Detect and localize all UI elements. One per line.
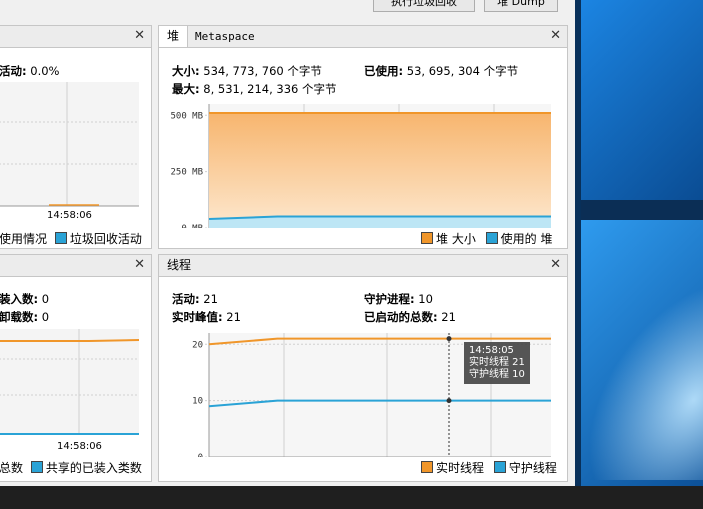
classes-time-tick: 14:58:06 <box>57 441 102 452</box>
threads-legend: 实时线程 守护线程 <box>421 459 557 476</box>
close-icon[interactable]: ✕ <box>550 28 561 43</box>
legend-swatch <box>493 461 506 473</box>
close-icon[interactable]: ✕ <box>134 257 145 272</box>
cursor-point <box>446 398 452 404</box>
tab-heap[interactable]: 堆 <box>159 26 189 47</box>
legend-swatch <box>485 232 498 244</box>
close-icon[interactable]: ✕ <box>134 28 145 43</box>
heap-max-value: 8, 531, 214, 336 个字节 <box>203 82 337 96</box>
threads-panel: 线程 ✕ 活动: 21 守护进程: 10 实时峰值: 21 已启动的总数: 21… <box>158 254 568 482</box>
heap-panel: 堆 Metaspace ✕ 大小: 534, 773, 760 个字节 已使用:… <box>158 25 568 249</box>
legend-total: 总数 <box>0 461 24 475</box>
legend-heap-used: 使用的 堆 <box>500 232 553 246</box>
classes-legend: 总数 共享的已装入类数 <box>0 459 142 476</box>
threads-daemon-value: 10 <box>418 292 433 306</box>
threads-started-value: 21 <box>441 310 456 324</box>
heap-max-label: 最大: <box>172 82 200 96</box>
heap-dump-button[interactable]: 堆 Dump <box>484 0 558 12</box>
cpu-panel: ✕ 活动: 0.0% 14:58:06 使用情况 垃圾回收活动 <box>0 25 152 249</box>
gc-button[interactable]: 执行垃圾回收 <box>373 0 475 12</box>
threads-live-value: 21 <box>203 292 218 306</box>
y-tick-label: 250 MB <box>170 168 203 178</box>
heap-size-value: 534, 773, 760 个字节 <box>203 64 322 78</box>
heap-size-label: 大小: <box>172 64 200 78</box>
cpu-activity-label: 活动: <box>0 64 27 78</box>
heap-legend: 堆 大小 使用的 堆 <box>421 230 552 247</box>
tooltip-time: 14:58:05 <box>469 345 514 356</box>
classes-loaded-label: 装入数: <box>0 292 39 306</box>
classes-loaded-value: 0 <box>41 292 50 306</box>
threads-live-label: 活动: <box>172 292 200 306</box>
classes-unloaded-value: 0 <box>41 310 50 324</box>
heap-used-value: 53, 695, 304 个字节 <box>406 64 519 78</box>
threads-peak-value: 21 <box>226 310 241 324</box>
y-tick-label: 500 MB <box>170 111 203 121</box>
heap-chart: 0 MB250 MB500 MB14:58:0214:58:0414:58:06 <box>170 104 551 228</box>
cursor-point <box>446 336 452 342</box>
cpu-legend: 使用情况 垃圾回收活动 <box>0 230 142 247</box>
legend-gc-activity: 垃圾回收活动 <box>69 232 142 246</box>
close-icon[interactable]: ✕ <box>550 257 561 272</box>
heap-size-area <box>209 113 551 228</box>
threads-tooltip: 14:58:05 实时线程 21 守护线程 10 <box>464 342 530 384</box>
y-tick-label: 0 MB <box>181 224 203 228</box>
classes-unloaded-label: 卸载数: <box>0 310 39 324</box>
legend-swatch <box>30 461 43 473</box>
legend-live-threads: 实时线程 <box>436 461 485 475</box>
cpu-chart <box>0 82 139 207</box>
desktop-wallpaper <box>575 0 703 509</box>
tooltip-daemon: 守护线程 10 <box>469 369 525 380</box>
heap-used-label: 已使用: <box>364 64 404 78</box>
y-tick-label: 0 <box>198 453 203 457</box>
heap-used-area <box>209 216 551 228</box>
visualvm-monitor-window: 执行垃圾回收 堆 Dump ✕ 活动: 0.0% 14:58:06 使用情况 垃… <box>0 0 575 509</box>
y-tick-label: 20 <box>192 340 203 350</box>
classes-chart <box>0 329 139 435</box>
cpu-activity-value: 0.0% <box>30 64 60 78</box>
legend-swatch <box>421 232 433 244</box>
legend-shared-classes: 共享的已装入类数 <box>45 461 142 475</box>
threads-peak-label: 实时峰值: <box>172 310 223 324</box>
threads-daemon-label: 守护进程: <box>364 292 415 306</box>
cpu-time-tick: 14:58:06 <box>47 210 92 221</box>
tooltip-live: 实时线程 21 <box>469 357 525 368</box>
legend-swatch <box>54 232 67 244</box>
y-tick-label: 10 <box>192 397 203 407</box>
classes-panel: ✕ 装入数: 0 卸载数: 0 14:58:06 总数 共享的已装入类数 <box>0 254 152 482</box>
legend-usage: 使用情况 <box>0 232 48 246</box>
legend-heap-size: 堆 大小 <box>436 232 476 246</box>
legend-daemon-threads: 守护线程 <box>508 461 557 475</box>
threads-title: 线程 <box>167 258 192 272</box>
taskbar <box>0 486 703 509</box>
legend-swatch <box>421 461 433 473</box>
tab-metaspace[interactable]: Metaspace <box>187 26 263 47</box>
threads-started-label: 已启动的总数: <box>364 310 438 324</box>
